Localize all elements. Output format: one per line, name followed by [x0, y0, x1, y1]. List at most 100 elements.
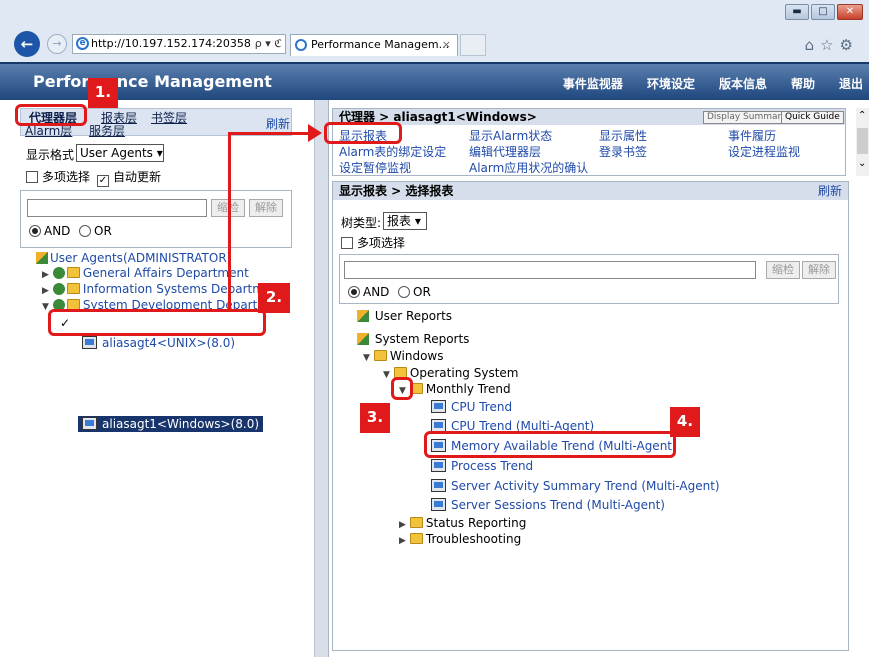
left-and-radio[interactable]: AND	[29, 224, 70, 238]
right-and-radio[interactable]: AND	[348, 285, 389, 299]
link-display-properties[interactable]: 显示属性	[599, 127, 647, 144]
tab-service-hierarchy[interactable]: 服务层	[89, 122, 125, 139]
menu-help[interactable]: 帮助	[791, 75, 815, 92]
collapse-arrow-icon[interactable]: ▼	[363, 353, 370, 363]
tree-root-user-agents[interactable]: User Agents(ADMINISTRATOR)	[36, 251, 231, 265]
multi-select-checkbox[interactable]	[26, 171, 38, 183]
expand-arrow-icon[interactable]: ▶	[42, 286, 49, 296]
favorites-star-icon[interactable]: ☆	[820, 36, 839, 54]
link-pause-monitoring[interactable]: 设定暂停监视	[339, 159, 411, 176]
top-panel-scrollbar[interactable]: ⌃ ⌄	[856, 108, 869, 176]
report-cpu-trend[interactable]: CPU Trend	[431, 400, 512, 414]
report-server-sessions[interactable]: Server Sessions Trend (Multi-Agent)	[431, 498, 665, 512]
quick-guide-button[interactable]: Quick Guide	[781, 111, 844, 124]
report-panel-header: 显示报表 > 选择报表 刷新	[333, 182, 848, 200]
link-display-alarm-status[interactable]: 显示Alarm状态	[469, 127, 552, 144]
left-or-radio[interactable]: OR	[79, 224, 112, 238]
expand-arrow-icon[interactable]: ▶	[42, 270, 49, 280]
minimize-icon[interactable]: ▬	[785, 4, 809, 20]
left-clear-button[interactable]: 解除	[249, 199, 283, 217]
app-menu: 事件监视器 环境设定 版本信息 帮助 退出	[563, 75, 869, 92]
expand-arrow-icon[interactable]: ▶	[399, 536, 406, 546]
tree-user-reports[interactable]: User Reports	[357, 309, 452, 323]
tree-troubleshooting[interactable]: ▶ Troubleshooting	[399, 532, 521, 546]
link-event-history[interactable]: 事件履历	[728, 127, 776, 144]
scroll-up-icon[interactable]: ⌃	[858, 110, 866, 121]
report-icon	[431, 479, 446, 492]
right-filter-button[interactable]: 缩检	[766, 261, 800, 279]
agent-monitor-icon	[82, 336, 97, 349]
left-filter-box: 缩检 解除 AND OR	[20, 190, 292, 248]
annotation-box-display-report	[324, 122, 402, 144]
tree-windows[interactable]: ▼ Windows	[363, 349, 444, 363]
scroll-down-icon[interactable]: ⌄	[858, 158, 866, 169]
menu-exit[interactable]: 退出	[839, 75, 863, 92]
report-server-activity-summary[interactable]: Server Activity Summary Trend (Multi-Age…	[431, 479, 720, 493]
link-register-bookmark[interactable]: 登录书签	[599, 143, 647, 160]
app-title: Performance Management	[33, 72, 272, 91]
new-tab-button[interactable]	[460, 34, 486, 56]
tree-monthly-trend[interactable]: ▼ Monthly Trend	[399, 382, 511, 396]
tree-status-reporting[interactable]: ▶ Status Reporting	[399, 516, 526, 530]
annotation-arrow-head	[308, 124, 322, 142]
address-bar[interactable]: e http://10.197.152.174:20358 ρ ▾ ℭ	[72, 34, 286, 54]
ie-icon: e	[76, 37, 89, 50]
right-clear-button[interactable]: 解除	[802, 261, 836, 279]
pane-splitter[interactable]	[315, 100, 329, 657]
menu-event-monitor[interactable]: 事件监视器	[563, 75, 623, 92]
tree-agent-unix[interactable]: aliasagt4<UNIX>(8.0)	[82, 336, 235, 350]
display-summary-button[interactable]: Display Summary	[703, 111, 791, 124]
tree-group-general-affairs[interactable]: ▶ General Affairs Department	[42, 266, 249, 280]
back-arrow-icon[interactable]: ←	[14, 31, 40, 57]
forward-arrow-icon[interactable]: →	[47, 34, 67, 54]
right-or-radio[interactable]: OR	[398, 285, 431, 299]
collapse-arrow-icon[interactable]: ▼	[383, 370, 390, 380]
right-refresh-link[interactable]: 刷新	[818, 182, 842, 200]
report-icon	[431, 498, 446, 511]
tab-title: Performance Managem...	[311, 38, 450, 51]
settings-gear-icon[interactable]: ⚙	[840, 36, 859, 54]
link-alarm-binding[interactable]: Alarm表的绑定设定	[339, 143, 446, 160]
right-filter-input[interactable]	[344, 261, 756, 279]
scroll-thumb[interactable]	[857, 128, 868, 154]
tree-type-label: 树类型:	[341, 216, 382, 230]
link-alarm-usage-check[interactable]: Alarm应用状况的确认	[469, 159, 588, 176]
auto-update[interactable]: ✓ 自动更新	[97, 168, 161, 187]
tree-group-information-systems[interactable]: ▶ Information Systems Department	[42, 282, 284, 296]
reports-icon	[357, 333, 369, 345]
annotation-step-2: 2.	[258, 283, 290, 313]
close-icon[interactable]: ✕	[837, 4, 863, 20]
menu-environment-settings[interactable]: 环境设定	[647, 75, 695, 92]
annotation-box-expand-toggle	[391, 377, 413, 400]
link-process-monitoring[interactable]: 设定进程监视	[728, 143, 800, 160]
report-process-trend[interactable]: Process Trend	[431, 459, 533, 473]
agent-panel-header: 代理器 > aliasagt1<Windows> Display Summary…	[333, 109, 845, 125]
address-url: http://10.197.152.174:20358	[91, 37, 251, 50]
right-multi-select[interactable]: 多项选择	[341, 234, 405, 251]
link-edit-agent-hierarchy[interactable]: 编辑代理器层	[469, 143, 541, 160]
auto-update-checkbox[interactable]: ✓	[97, 175, 109, 187]
tab-close-icon[interactable]: ×	[442, 35, 451, 55]
expand-arrow-icon[interactable]: ▶	[399, 520, 406, 530]
selected-agent-row[interactable]: aliasagt1<Windows>(8.0)	[78, 416, 263, 432]
browser-tab[interactable]: Performance Managem... ×	[290, 34, 458, 56]
tree-system-reports[interactable]: System Reports	[357, 332, 469, 346]
maximize-icon[interactable]: □	[811, 4, 835, 20]
display-format-select[interactable]: User Agents ▾	[76, 144, 164, 162]
left-multi-select[interactable]: 多项选择	[26, 168, 90, 185]
left-refresh-link[interactable]: 刷新	[266, 115, 290, 132]
address-tools[interactable]: ρ ▾ ℭ	[255, 35, 282, 53]
collapse-arrow-icon[interactable]: ▼	[42, 302, 49, 312]
home-icon[interactable]: ⌂	[805, 36, 821, 54]
annotation-step-1: 1.	[88, 78, 118, 108]
tab-bookmark-hierarchy[interactable]: 书签层	[151, 109, 187, 126]
annotation-box-agent-tab	[15, 104, 87, 126]
agents-icon	[36, 252, 48, 264]
agent-group-icon	[52, 283, 65, 295]
tree-type-select[interactable]: 报表 ▾	[383, 212, 427, 230]
browser-chrome: ▬ □ ✕ ← → e http://10.197.152.174:20358 …	[0, 0, 869, 62]
right-multi-select-checkbox[interactable]	[341, 237, 353, 249]
menu-version-info[interactable]: 版本信息	[719, 75, 767, 92]
window-controls: ▬ □ ✕	[785, 4, 863, 20]
left-filter-input[interactable]	[27, 199, 207, 217]
